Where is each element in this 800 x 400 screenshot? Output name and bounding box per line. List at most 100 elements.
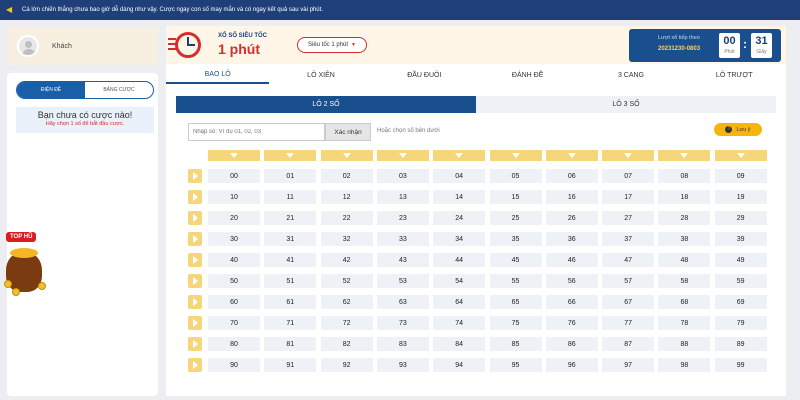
number-cell[interactable]: 73 xyxy=(376,316,429,330)
user-box[interactable]: Khách xyxy=(7,27,158,65)
number-cell[interactable]: 41 xyxy=(264,253,317,267)
number-cell[interactable]: 22 xyxy=(320,211,373,225)
number-cell[interactable]: 33 xyxy=(376,232,429,246)
number-cell[interactable]: 98 xyxy=(658,358,711,372)
number-cell[interactable]: 72 xyxy=(320,316,373,330)
number-cell[interactable]: 56 xyxy=(545,274,598,288)
number-cell[interactable]: 76 xyxy=(545,316,598,330)
number-cell[interactable]: 29 xyxy=(714,211,767,225)
number-cell[interactable]: 04 xyxy=(433,169,486,183)
number-cell[interactable]: 66 xyxy=(545,295,598,309)
number-cell[interactable]: 35 xyxy=(489,232,542,246)
number-cell[interactable]: 26 xyxy=(545,211,598,225)
number-cell[interactable]: 23 xyxy=(376,211,429,225)
number-cell[interactable]: 60 xyxy=(208,295,260,309)
row-select-button[interactable] xyxy=(188,316,202,330)
column-select-button[interactable] xyxy=(602,150,655,161)
number-cell[interactable]: 74 xyxy=(433,316,486,330)
number-cell[interactable]: 58 xyxy=(658,274,711,288)
row-select-button[interactable] xyxy=(188,295,202,309)
number-cell[interactable]: 16 xyxy=(545,190,598,204)
number-cell[interactable]: 03 xyxy=(376,169,429,183)
number-cell[interactable]: 85 xyxy=(489,337,542,351)
number-cell[interactable]: 00 xyxy=(208,169,260,183)
number-cell[interactable]: 14 xyxy=(433,190,486,204)
number-cell[interactable]: 17 xyxy=(602,190,655,204)
row-select-button[interactable] xyxy=(188,190,202,204)
number-cell[interactable]: 93 xyxy=(376,358,429,372)
number-cell[interactable]: 63 xyxy=(376,295,429,309)
number-cell[interactable]: 57 xyxy=(602,274,655,288)
number-cell[interactable]: 99 xyxy=(714,358,767,372)
number-cell[interactable]: 46 xyxy=(545,253,598,267)
number-cell[interactable]: 13 xyxy=(376,190,429,204)
column-select-button[interactable] xyxy=(714,150,767,161)
number-cell[interactable]: 06 xyxy=(545,169,598,183)
number-cell[interactable]: 02 xyxy=(320,169,373,183)
number-cell[interactable]: 59 xyxy=(714,274,767,288)
number-cell[interactable]: 47 xyxy=(602,253,655,267)
number-cell[interactable]: 54 xyxy=(433,274,486,288)
number-cell[interactable]: 62 xyxy=(320,295,373,309)
number-cell[interactable]: 36 xyxy=(545,232,598,246)
number-cell[interactable]: 15 xyxy=(489,190,542,204)
number-cell[interactable]: 09 xyxy=(714,169,767,183)
column-select-button[interactable] xyxy=(489,150,542,161)
number-cell[interactable]: 65 xyxy=(489,295,542,309)
number-cell[interactable]: 69 xyxy=(714,295,767,309)
number-cell[interactable]: 87 xyxy=(602,337,655,351)
number-cell[interactable]: 83 xyxy=(376,337,429,351)
number-cell[interactable]: 53 xyxy=(376,274,429,288)
number-cell[interactable]: 08 xyxy=(658,169,711,183)
number-cell[interactable]: 45 xyxy=(489,253,542,267)
number-cell[interactable]: 91 xyxy=(264,358,317,372)
row-select-button[interactable] xyxy=(188,211,202,225)
number-cell[interactable]: 82 xyxy=(320,337,373,351)
number-cell[interactable]: 61 xyxy=(264,295,317,309)
number-cell[interactable]: 01 xyxy=(264,169,317,183)
number-cell[interactable]: 27 xyxy=(602,211,655,225)
number-cell[interactable]: 11 xyxy=(264,190,317,204)
number-cell[interactable]: 21 xyxy=(264,211,317,225)
number-cell[interactable]: 97 xyxy=(602,358,655,372)
number-cell[interactable]: 52 xyxy=(320,274,373,288)
number-cell[interactable]: 30 xyxy=(208,232,260,246)
row-select-button[interactable] xyxy=(188,337,202,351)
number-cell[interactable]: 90 xyxy=(208,358,260,372)
number-cell[interactable]: 95 xyxy=(489,358,542,372)
number-cell[interactable]: 38 xyxy=(658,232,711,246)
number-cell[interactable]: 34 xyxy=(433,232,486,246)
column-select-button[interactable] xyxy=(376,150,429,161)
number-cell[interactable]: 48 xyxy=(658,253,711,267)
number-cell[interactable]: 75 xyxy=(489,316,542,330)
number-cell[interactable]: 12 xyxy=(320,190,373,204)
column-select-button[interactable] xyxy=(545,150,598,161)
number-cell[interactable]: 50 xyxy=(208,274,260,288)
number-cell[interactable]: 86 xyxy=(545,337,598,351)
number-cell[interactable]: 77 xyxy=(602,316,655,330)
number-cell[interactable]: 96 xyxy=(545,358,598,372)
number-cell[interactable]: 43 xyxy=(376,253,429,267)
tab-dien-de[interactable]: ĐIỆN ĐỀ xyxy=(17,82,85,98)
number-cell[interactable]: 55 xyxy=(489,274,542,288)
number-cell[interactable]: 25 xyxy=(489,211,542,225)
column-select-button[interactable] xyxy=(320,150,373,161)
number-cell[interactable]: 20 xyxy=(208,211,260,225)
number-cell[interactable]: 79 xyxy=(714,316,767,330)
number-cell[interactable]: 67 xyxy=(602,295,655,309)
number-cell[interactable]: 18 xyxy=(658,190,711,204)
column-select-button[interactable] xyxy=(433,150,486,161)
number-cell[interactable]: 42 xyxy=(320,253,373,267)
number-cell[interactable]: 78 xyxy=(658,316,711,330)
number-cell[interactable]: 92 xyxy=(320,358,373,372)
row-select-button[interactable] xyxy=(188,169,202,183)
number-cell[interactable]: 37 xyxy=(602,232,655,246)
number-cell[interactable]: 94 xyxy=(433,358,486,372)
row-select-button[interactable] xyxy=(188,358,202,372)
tab-bang-cuoc[interactable]: BẢNG CƯỢC xyxy=(85,82,153,98)
number-cell[interactable]: 89 xyxy=(714,337,767,351)
top-hu-widget[interactable]: TOP HŨ xyxy=(2,232,50,302)
column-select-button[interactable] xyxy=(264,150,317,161)
number-cell[interactable]: 44 xyxy=(433,253,486,267)
number-cell[interactable]: 07 xyxy=(602,169,655,183)
